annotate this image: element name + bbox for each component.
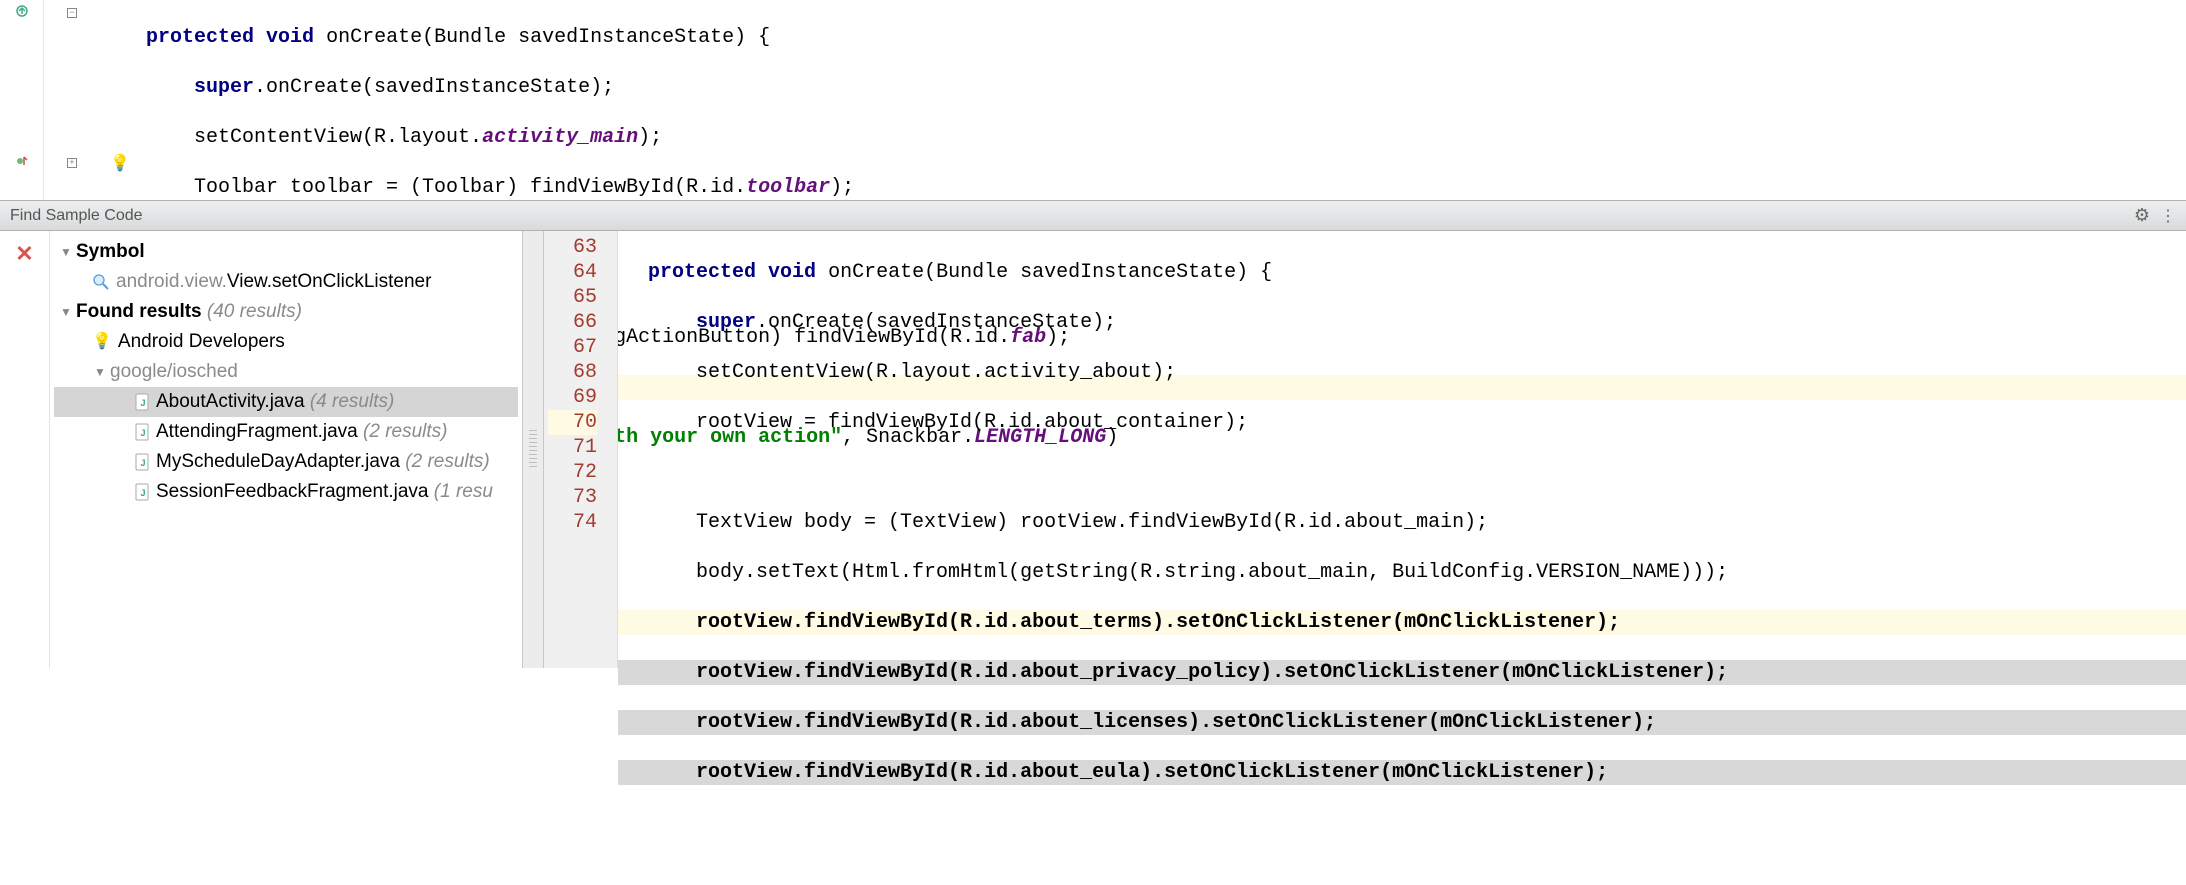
line-number: 71 <box>548 435 597 460</box>
code-text: onCreate(Bundle savedInstanceState) { <box>314 26 770 49</box>
java-file-icon: J <box>134 453 152 471</box>
line-number: 63 <box>548 235 597 260</box>
tree-file-item[interactable]: J AboutActivity.java (4 results) <box>54 387 518 417</box>
main-editor[interactable]: − + 💡 protected void onCreate(Bundle sav… <box>0 0 2186 200</box>
svg-text:J: J <box>140 398 145 408</box>
line-number: 65 <box>548 285 597 310</box>
code-text: ); <box>638 126 662 149</box>
line-number-gutter: 63 64 65 66 67 68 69 70 71 72 73 74 <box>544 231 618 668</box>
file-name: MyScheduleDayAdapter.java <box>156 447 400 477</box>
line-number: 73 <box>548 485 597 510</box>
tree-file-item[interactable]: J MyScheduleDayAdapter.java (2 results) <box>54 447 518 477</box>
kw-super: super <box>194 76 254 99</box>
symbol-name: View.setOnClickListener <box>227 267 432 297</box>
java-file-icon: J <box>134 393 152 411</box>
file-count: (2 results) <box>363 417 447 447</box>
tree-repo-item[interactable]: ▼ google/iosched <box>54 357 518 387</box>
match-line: rootView.findViewById(R.id.about_privacy… <box>696 661 1728 684</box>
match-line: rootView.findViewById(R.id.about_license… <box>696 711 1656 734</box>
editor-code[interactable]: protected void onCreate(Bundle savedInst… <box>140 0 2186 200</box>
change-marker-icon[interactable] <box>15 154 29 172</box>
vertical-splitter[interactable] <box>522 231 544 668</box>
line-number: 64 <box>548 260 597 285</box>
file-name: AttendingFragment.java <box>156 417 358 447</box>
intention-bulb-icon[interactable]: 💡 <box>110 153 130 173</box>
search-icon <box>92 273 110 291</box>
code-text: Toolbar toolbar = (Toolbar) findViewById… <box>194 176 746 199</box>
bulb-icon: 💡 <box>92 327 112 357</box>
kw: protected <box>648 261 756 284</box>
tree-label: Found results <box>76 297 202 327</box>
find-sample-panel-header[interactable]: Find Sample Code ⚙ ⋮ <box>0 200 2186 231</box>
code-text: onCreate(Bundle savedInstanceState) { <box>816 261 1272 284</box>
code-text: body.setText(Html.fromHtml(getString(R.s… <box>696 561 1728 584</box>
sample-code-viewer[interactable]: 63 64 65 66 67 68 69 70 71 72 73 74 prot… <box>544 231 2186 668</box>
field-ref: toolbar <box>746 176 830 199</box>
tree-symbol-header[interactable]: ▼ Symbol <box>54 237 518 267</box>
intention-column: 💡 <box>100 0 140 200</box>
code-text: setContentView(R.layout. <box>194 126 482 149</box>
result-count: (40 results) <box>207 297 302 327</box>
fold-plus-icon[interactable]: + <box>67 158 77 168</box>
code-text: TextView body = (TextView) rootView.find… <box>696 511 1488 534</box>
chevron-down-icon[interactable]: ▼ <box>58 297 74 327</box>
code-text: rootView = findViewById(R.id.about_conta… <box>696 411 1248 434</box>
kw: void <box>768 261 816 284</box>
field-ref: activity_main <box>482 126 638 149</box>
match-line: rootView.findViewById(R.id.about_eula).s… <box>696 761 1608 784</box>
editor-gutter <box>0 0 44 200</box>
line-number: 70 <box>548 410 597 435</box>
panel-title: Find Sample Code <box>10 207 143 225</box>
results-tree[interactable]: ▼ Symbol android.view.View.setOnClickLis… <box>50 231 522 668</box>
match-line: rootView.findViewById(R.id.about_terms).… <box>696 611 1620 634</box>
tree-label: Symbol <box>76 237 145 267</box>
gear-icon[interactable]: ⚙ <box>2134 205 2150 226</box>
symbol-package: android.view. <box>116 267 227 297</box>
tree-file-item[interactable]: J SessionFeedbackFragment.java (1 resu <box>54 477 518 507</box>
line-number: 67 <box>548 335 597 360</box>
code-text: setContentView(R.layout.activity_about); <box>696 361 1176 384</box>
tree-file-item[interactable]: J AttendingFragment.java (2 results) <box>54 417 518 447</box>
file-count: (2 results) <box>405 447 489 477</box>
viewer-code[interactable]: protected void onCreate(Bundle savedInst… <box>618 231 2186 668</box>
file-count: (1 resu <box>434 477 493 507</box>
fold-minus-icon[interactable]: − <box>67 8 77 18</box>
java-file-icon: J <box>134 483 152 501</box>
svg-text:J: J <box>140 458 145 468</box>
line-number: 72 <box>548 460 597 485</box>
kw: super <box>696 311 756 334</box>
kw-void: void <box>266 26 314 49</box>
tree-symbol-item[interactable]: android.view.View.setOnClickListener <box>54 267 518 297</box>
tree-label: google/iosched <box>110 357 238 387</box>
chevron-down-icon[interactable]: ▼ <box>58 237 74 267</box>
file-count: (4 results) <box>310 387 394 417</box>
tree-toolbar: ✕ <box>0 231 50 668</box>
line-number: 66 <box>548 310 597 335</box>
fold-column: − + <box>44 0 100 200</box>
svg-text:J: J <box>140 428 145 438</box>
tree-dev-item[interactable]: 💡 Android Developers <box>54 327 518 357</box>
line-number: 74 <box>548 510 597 535</box>
java-file-icon: J <box>134 423 152 441</box>
tree-found-header[interactable]: ▼ Found results (40 results) <box>54 297 518 327</box>
tree-label: Android Developers <box>118 327 285 357</box>
line-number: 68 <box>548 360 597 385</box>
file-name: SessionFeedbackFragment.java <box>156 477 428 507</box>
close-icon[interactable]: ✕ <box>15 241 33 267</box>
override-marker-icon[interactable] <box>15 4 29 22</box>
code-text: .onCreate(savedInstanceState); <box>756 311 1116 334</box>
svg-text:J: J <box>140 488 145 498</box>
file-name: AboutActivity.java <box>156 387 305 417</box>
line-number: 69 <box>548 385 597 410</box>
results-tree-panel: ✕ ▼ Symbol android.view.View.setOnClickL… <box>0 231 522 668</box>
chevron-down-icon[interactable]: ▼ <box>92 357 108 387</box>
panel-menu-icon[interactable]: ⋮ <box>2160 206 2176 226</box>
code-text: ); <box>830 176 854 199</box>
kw-protected: protected <box>146 26 254 49</box>
code-text: .onCreate(savedInstanceState); <box>254 76 614 99</box>
